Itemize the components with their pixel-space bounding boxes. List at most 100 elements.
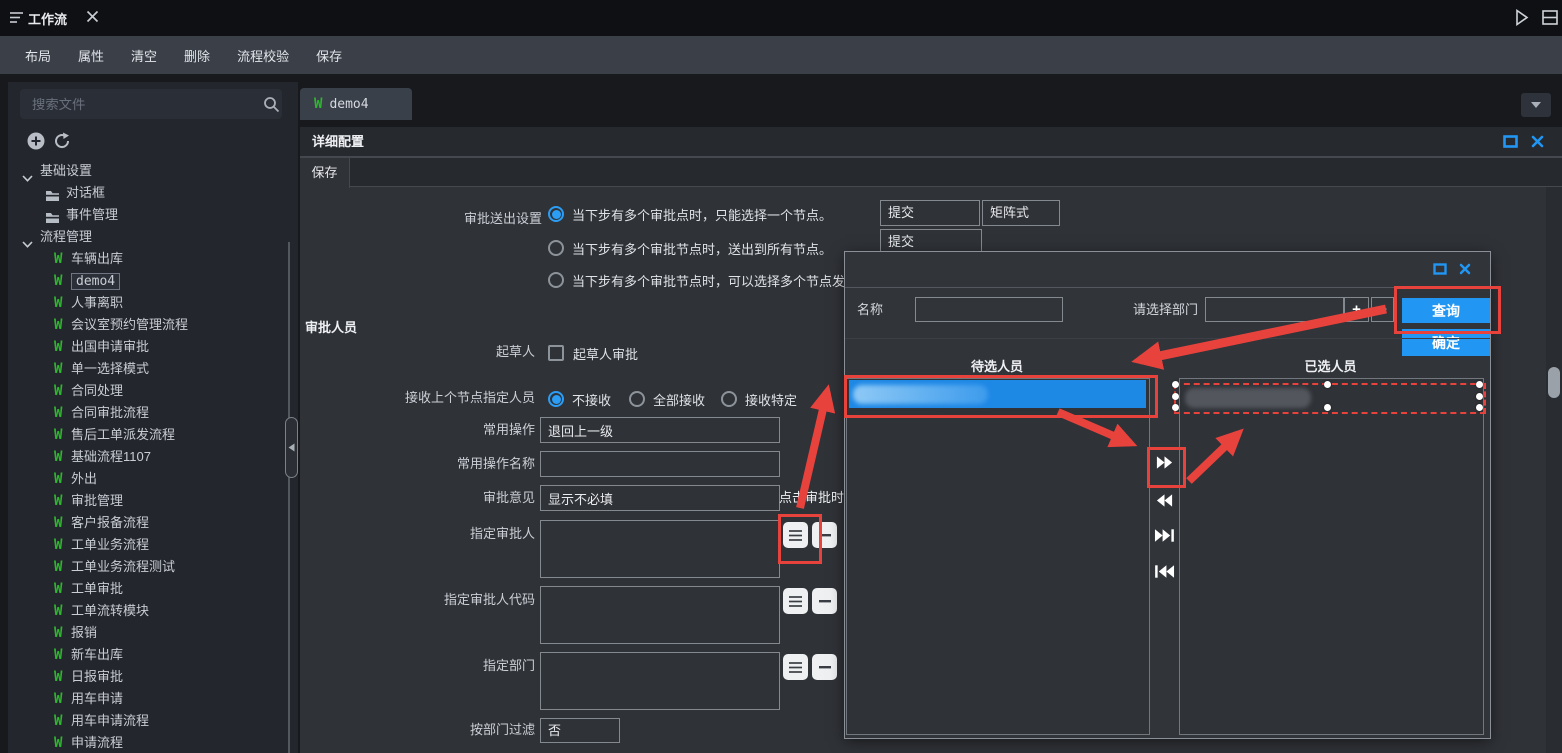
toolbar-item-1[interactable]: 属性 [78, 46, 104, 65]
selected-list[interactable] [1179, 378, 1484, 735]
send-option-radio-2[interactable] [548, 272, 564, 288]
tree-item-基础流程1107[interactable]: W基础流程1107 [8, 446, 290, 468]
assign-dept-clear-button[interactable] [812, 654, 837, 680]
tree-item-会议室预约管理流程[interactable]: W会议室预约管理流程 [8, 314, 290, 336]
run-icon[interactable] [1515, 9, 1529, 29]
assign-dept-list-button[interactable] [783, 654, 808, 680]
close-icon[interactable] [86, 10, 99, 26]
tree-item-合同处理[interactable]: W合同处理 [8, 380, 290, 402]
search-icon[interactable] [263, 96, 280, 116]
toolbar-item-0[interactable]: 布局 [25, 46, 51, 65]
drafter-checkbox[interactable] [548, 345, 564, 361]
tree-item-人事离职[interactable]: W人事离职 [8, 292, 290, 314]
dept-add-button[interactable]: + [1344, 297, 1369, 322]
opinion-input[interactable] [540, 485, 780, 511]
common-op-name-input[interactable] [540, 451, 780, 477]
move-all-right-button[interactable] [1153, 528, 1175, 546]
tree-item-审批管理[interactable]: W审批管理 [8, 490, 290, 512]
dialog-close-icon[interactable] [1459, 263, 1471, 278]
panel-scrollbar-thumb[interactable] [1548, 367, 1560, 398]
sidebar-collapse-handle[interactable] [285, 417, 298, 478]
submit-node-box-2[interactable]: 提交 [880, 229, 982, 253]
dept-remove-button[interactable]: − [1371, 297, 1394, 322]
dept-select-input[interactable] [1205, 297, 1344, 322]
refresh-icon[interactable] [53, 132, 71, 153]
tree-item-客户报备流程[interactable]: W客户报备流程 [8, 512, 290, 534]
assign-approver-code-clear-button[interactable] [812, 588, 837, 614]
receive-option-radio-2[interactable] [721, 391, 737, 407]
search-input[interactable] [20, 89, 282, 119]
tab-list-dropdown-button[interactable] [1521, 93, 1551, 117]
workflow-icon: W [54, 358, 62, 380]
panel-close-icon[interactable] [1531, 135, 1544, 151]
tree-item-label: 会议室预约管理流程 [71, 317, 188, 332]
workflow-icon: W [54, 666, 62, 688]
menu-icon[interactable] [10, 11, 25, 27]
doc-tab-demo4[interactable]: Wdemo4 [300, 88, 412, 120]
dialog-maximize-icon[interactable] [1433, 263, 1447, 278]
tree-item-事件管理[interactable]: 事件管理 [8, 204, 290, 226]
minus-icon [819, 599, 831, 603]
workflow-icon: W [54, 534, 62, 556]
assign-dept-textarea[interactable] [540, 652, 780, 710]
toolbar-item-2[interactable]: 清空 [131, 46, 157, 65]
toolbar-item-3[interactable]: 删除 [184, 46, 210, 65]
sidebar-scrollbar[interactable] [288, 242, 290, 753]
name-filter-input[interactable] [915, 297, 1063, 322]
tree-item-单一选择模式[interactable]: W单一选择模式 [8, 358, 290, 380]
minus-icon [819, 665, 831, 669]
tree-item-合同审批流程[interactable]: W合同审批流程 [8, 402, 290, 424]
submit-node-box-1[interactable]: 提交 [880, 200, 980, 226]
workspace-tab-label[interactable]: 工作流 [28, 9, 67, 28]
tree-item-工单流转模块[interactable]: W工单流转模块 [8, 600, 290, 622]
tree-item-出国申请审批[interactable]: W出国申请审批 [8, 336, 290, 358]
tree-item-label: 工单业务流程测试 [71, 559, 175, 574]
tree-item-label: 用车申请 [71, 691, 123, 706]
tree-item-用车申请[interactable]: W用车申请 [8, 688, 290, 710]
tree-item-group-基础设置[interactable]: 基础设置 [8, 160, 290, 182]
assign-approver-textarea[interactable] [540, 520, 780, 578]
tree-item-工单业务流程[interactable]: W工单业务流程 [8, 534, 290, 556]
receive-option-label-0: 不接收 [572, 392, 611, 409]
matrix-node-box[interactable]: 矩阵式 [982, 200, 1060, 226]
panel-scrollbar-track[interactable] [1546, 187, 1562, 753]
receive-option-radio-1[interactable] [629, 391, 645, 407]
annotation-box-candidate-item [844, 375, 1158, 418]
move-left-button[interactable] [1153, 493, 1175, 511]
tree-item-label: 合同审批流程 [71, 405, 149, 420]
common-op-input[interactable] [540, 417, 780, 443]
tree-item-group-流程管理[interactable]: 流程管理 [8, 226, 290, 248]
candidate-list[interactable] [846, 378, 1150, 735]
workflow-icon: W [54, 644, 62, 666]
tree-item-label: 申请流程 [71, 735, 123, 750]
send-option-radio-1[interactable] [548, 240, 564, 256]
split-window-icon[interactable] [1542, 10, 1558, 28]
tree-item-售后工单派发流程[interactable]: W售后工单派发流程 [8, 424, 290, 446]
tree-item-车辆出库[interactable]: W车辆出库 [8, 248, 290, 270]
toolbar-item-4[interactable]: 流程校验 [237, 46, 289, 65]
add-icon[interactable] [27, 132, 45, 153]
tree-item-工单审批[interactable]: W工单审批 [8, 578, 290, 600]
tree-item-用车申请流程[interactable]: W用车申请流程 [8, 710, 290, 732]
tree-item-demo4[interactable]: Wdemo4 [8, 270, 290, 292]
send-option-radio-0[interactable] [548, 206, 564, 222]
move-all-left-button[interactable] [1153, 564, 1175, 582]
tab-save[interactable]: 保存 [300, 157, 350, 188]
list-icon [788, 595, 803, 608]
tree-item-工单业务流程测试[interactable]: W工单业务流程测试 [8, 556, 290, 578]
assign-approver-code-textarea[interactable] [540, 586, 780, 644]
tree-item-label: 基础流程1107 [71, 449, 151, 464]
dept-filter-value[interactable]: 否 [540, 718, 620, 743]
tree-item-申请流程[interactable]: W申请流程 [8, 732, 290, 753]
tree-item-对话框[interactable]: 对话框 [8, 182, 290, 204]
assign-approver-code-list-button[interactable] [783, 588, 808, 614]
tree-item-外出[interactable]: W外出 [8, 468, 290, 490]
name-filter-label: 名称 [857, 297, 883, 322]
maximize-icon[interactable] [1503, 135, 1518, 151]
tree-item-新车出库[interactable]: W新车出库 [8, 644, 290, 666]
receive-option-radio-0[interactable] [548, 391, 564, 407]
toolbar-item-5[interactable]: 保存 [316, 46, 342, 65]
tree-item-报销[interactable]: W报销 [8, 622, 290, 644]
panel-tabrow [300, 157, 1562, 187]
tree-item-日报审批[interactable]: W日报审批 [8, 666, 290, 688]
